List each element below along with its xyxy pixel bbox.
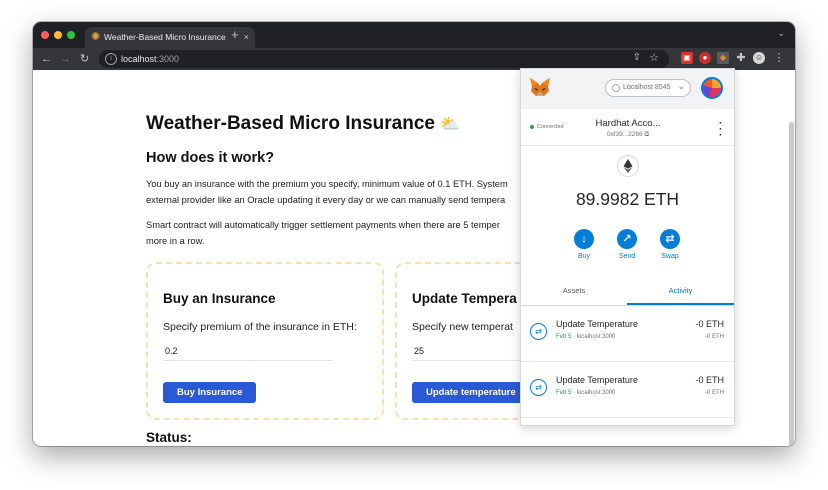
update-temperature-button[interactable]: Update temperature	[412, 382, 530, 403]
network-status-dot-icon	[612, 84, 620, 92]
tab-bar: ✺ Weather-Based Micro Insurance × + ⌄	[33, 22, 795, 48]
temperature-label: Specify new temperat	[412, 321, 513, 333]
close-window-button[interactable]	[41, 31, 49, 39]
address-bar[interactable]: i localhost:3000 ⇪ ☆	[99, 50, 669, 68]
activity-amount-secondary: -0 ETH	[704, 334, 724, 340]
metamask-tabs: Assets Activity	[521, 279, 734, 306]
account-row: Connected Hardhat Acco... 0xf39...2266 ⧉…	[521, 109, 734, 146]
description-paragraph-line-1: You buy an insurance with the premium yo…	[146, 179, 508, 189]
maximize-window-button[interactable]	[67, 31, 75, 39]
network-selector[interactable]: Localhost 8545 ⌄	[605, 79, 691, 97]
buy-action[interactable]: ↓ Buy	[564, 229, 604, 260]
site-info-icon[interactable]: i	[105, 53, 117, 65]
premium-label: Specify premium of the insurance in ETH:	[163, 321, 357, 333]
account-options-kebab-icon[interactable]: · · ·	[719, 119, 722, 141]
buy-label: Buy	[577, 253, 591, 260]
how-it-works-heading: How does it work?	[146, 150, 275, 166]
account-address[interactable]: 0xf39...2266 ⧉	[588, 131, 668, 139]
browser-tab[interactable]: ✺ Weather-Based Micro Insurance ×	[85, 27, 255, 48]
chevron-down-icon: ⌄	[677, 81, 685, 91]
buy-insurance-card: Buy an Insurance Specify premium of the …	[146, 262, 384, 420]
status-heading: Status:	[146, 430, 192, 445]
reload-icon[interactable]: ↻	[80, 51, 89, 67]
activity-amount: -0 ETH	[695, 375, 724, 385]
send-arrow-icon: ↗	[617, 229, 637, 249]
eth-balance: 89.9982 ETH	[575, 189, 680, 209]
page-scrollbar[interactable]	[789, 122, 794, 446]
page-title: Weather-Based Micro Insurance ⛅	[146, 113, 461, 134]
profile-avatar-icon[interactable]: ☺	[753, 52, 765, 64]
extension-shield-icon[interactable]: ●	[699, 52, 711, 64]
extension-red-icon[interactable]: ▣	[681, 52, 693, 64]
settlement-paragraph-line-2: more in a row.	[146, 236, 205, 246]
sun-cloud-emoji-icon: ⛅	[440, 116, 461, 133]
contract-interaction-icon: ⇄	[530, 323, 547, 340]
metamask-fox-logo-icon	[530, 78, 550, 96]
update-temperature-title: Update Tempera	[412, 291, 517, 306]
forward-arrow-icon[interactable]: →	[60, 51, 71, 67]
tab-close-icon[interactable]: ×	[244, 30, 249, 44]
copy-icon[interactable]: ⧉	[644, 131, 649, 138]
send-label: Send	[618, 253, 636, 260]
buy-insurance-button[interactable]: Buy Insurance	[163, 382, 257, 403]
contract-interaction-icon: ⇄	[530, 379, 547, 396]
tab-activity[interactable]: Activity	[627, 279, 734, 305]
bookmark-star-icon[interactable]: ☆	[649, 51, 659, 64]
activity-item[interactable]: ⇄ Update Temperature Feb 5 · localhost:3…	[521, 306, 734, 362]
network-label: Localhost 8545	[623, 84, 671, 91]
activity-title: Update Temperature	[556, 375, 638, 385]
premium-input[interactable]	[163, 344, 333, 361]
activity-amount-secondary: -0 ETH	[704, 390, 724, 396]
swap-action[interactable]: ⇄ Swap	[650, 229, 690, 260]
share-icon[interactable]: ⇪	[633, 52, 641, 63]
activity-subtitle: Feb 5 · localhost:3000	[556, 390, 616, 396]
extensions-puzzle-icon[interactable]: ✚	[735, 52, 747, 64]
activity-amount: -0 ETH	[695, 319, 724, 329]
address-text: localhost:3000	[121, 54, 180, 64]
buy-arrow-icon: ↓	[574, 229, 594, 249]
minimize-window-button[interactable]	[54, 31, 62, 39]
swap-arrows-icon: ⇄	[660, 229, 680, 249]
back-arrow-icon[interactable]: ←	[41, 51, 52, 67]
activity-subtitle: Feb 5 · localhost:3000	[556, 334, 616, 340]
tab-search-chevron-icon[interactable]: ⌄	[777, 28, 785, 39]
connected-dot-icon	[530, 124, 534, 129]
connected-status[interactable]: Connected	[530, 124, 564, 130]
buy-insurance-title: Buy an Insurance	[163, 291, 276, 306]
browser-menu-icon[interactable]: ⋮	[773, 52, 785, 64]
browser-window: ✺ Weather-Based Micro Insurance × + ⌄ ← …	[33, 22, 795, 446]
account-name[interactable]: Hardhat Acco...	[588, 118, 668, 129]
activity-item[interactable]: ⇄ Update Temperature Feb 5 · localhost:3…	[521, 362, 734, 418]
metamask-extension-icon[interactable]: ◆	[717, 52, 729, 64]
metamask-header: Localhost 8545 ⌄	[521, 69, 734, 109]
browser-toolbar: ← → ↻ i localhost:3000 ⇪ ☆ ▣ ● ◆ ✚ ☺ ⋮	[33, 48, 795, 70]
metamask-popup: Localhost 8545 ⌄ Connected Hardhat Acco.…	[520, 68, 735, 426]
activity-title: Update Temperature	[556, 319, 638, 329]
sun-favicon-icon: ✺	[91, 31, 101, 43]
account-avatar[interactable]	[701, 77, 723, 99]
tab-title: Weather-Based Micro Insurance	[104, 32, 226, 42]
send-action[interactable]: ↗ Send	[607, 229, 647, 260]
new-tab-button[interactable]: +	[231, 27, 239, 43]
ethereum-icon	[617, 155, 639, 177]
settlement-paragraph-line-1: Smart contract will automatically trigge…	[146, 220, 500, 230]
swap-label: Swap	[661, 253, 679, 260]
description-paragraph-line-2: external provider like an Oracle updatin…	[146, 195, 506, 205]
tab-assets[interactable]: Assets	[521, 279, 627, 305]
